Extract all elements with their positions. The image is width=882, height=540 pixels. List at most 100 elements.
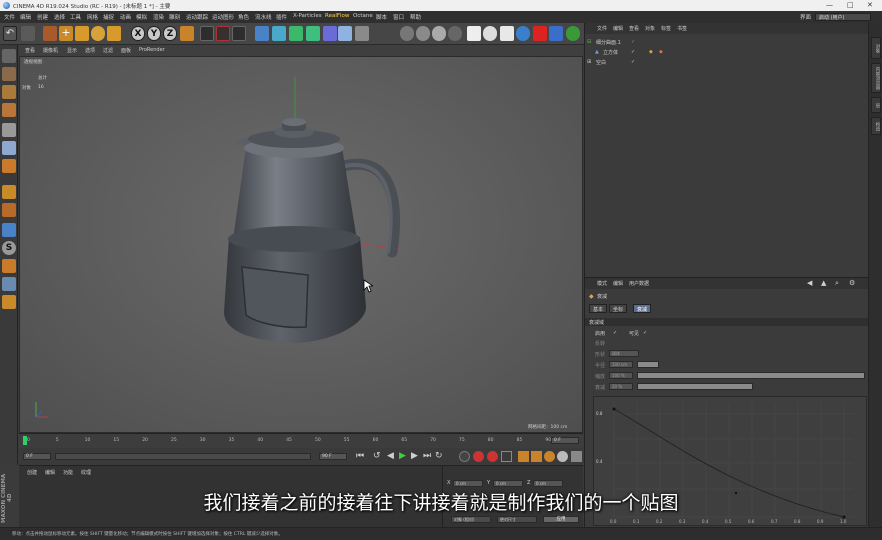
phong-tag-icon[interactable]: ◆ bbox=[649, 49, 653, 55]
vp-menu-camera[interactable]: 摄像机 bbox=[43, 47, 58, 54]
menu-sculpt[interactable]: 雕刻 bbox=[169, 13, 180, 21]
scale-field[interactable]: 100 % bbox=[609, 372, 633, 379]
tab-falloff[interactable]: 衰减 bbox=[633, 304, 652, 313]
paint-icon[interactable] bbox=[2, 259, 16, 273]
coord-mode-dropdown[interactable]: 对象 (相对) bbox=[451, 516, 491, 523]
object-row-null[interactable]: ⊞ 空白 ✓ bbox=[587, 59, 867, 68]
menu-mesh[interactable]: 网格 bbox=[87, 13, 98, 21]
octane-render-icon[interactable] bbox=[467, 26, 481, 41]
record-icon[interactable] bbox=[533, 26, 547, 41]
x-axis-button[interactable]: X bbox=[131, 26, 145, 41]
vp-menu-panel[interactable]: 面板 bbox=[121, 47, 131, 54]
back-arrow-icon[interactable]: ◀ bbox=[807, 279, 812, 287]
tab-coordinates[interactable]: 坐标 bbox=[609, 304, 628, 313]
render-picture-viewer-icon[interactable] bbox=[216, 26, 230, 41]
radius-slider[interactable] bbox=[637, 361, 659, 368]
frame-range-slider[interactable] bbox=[55, 453, 311, 460]
previous-key-icon[interactable]: ↺ bbox=[373, 451, 381, 461]
scale-icon[interactable] bbox=[75, 26, 89, 41]
octane-target-icon[interactable] bbox=[483, 26, 497, 41]
tab-structure[interactable]: 构造 bbox=[871, 117, 881, 135]
vp-menu-options[interactable]: 选项 bbox=[85, 47, 95, 54]
key-settings-icon[interactable] bbox=[501, 451, 512, 462]
menu-character[interactable]: 角色 bbox=[238, 13, 249, 21]
object-name[interactable]: 立方体 bbox=[603, 49, 618, 56]
keyframe-selection-icon[interactable] bbox=[459, 451, 470, 462]
go-to-start-icon[interactable]: ⏮ bbox=[356, 451, 364, 461]
go-to-end-icon[interactable]: ⏭ bbox=[423, 451, 431, 461]
mat-menu-texture[interactable]: 纹理 bbox=[81, 469, 91, 476]
falloff-slider[interactable] bbox=[637, 383, 753, 390]
pen-icon[interactable] bbox=[272, 26, 286, 41]
coordinate-system-icon[interactable] bbox=[180, 26, 194, 41]
attr-menu-userdata[interactable]: 用户数据 bbox=[629, 280, 649, 287]
live-select-icon[interactable] bbox=[43, 26, 57, 41]
obj-menu-view[interactable]: 查看 bbox=[629, 25, 639, 32]
menu-help[interactable]: 帮助 bbox=[410, 13, 421, 21]
up-arrow-icon[interactable]: ▲ bbox=[821, 279, 826, 287]
shape-dropdown[interactable]: 球体 bbox=[609, 350, 639, 357]
visibility-check-icon[interactable]: ✓ bbox=[631, 39, 635, 45]
octane-light-icon[interactable] bbox=[432, 26, 446, 41]
menu-render[interactable]: 渲染 bbox=[153, 13, 164, 21]
refresh-icon[interactable] bbox=[566, 26, 580, 41]
vp-menu-filter[interactable]: 过滤 bbox=[103, 47, 113, 54]
coord-z-field[interactable]: 0 cm bbox=[533, 480, 563, 487]
z-axis-button[interactable]: Z bbox=[163, 26, 177, 41]
rotate-icon[interactable] bbox=[91, 26, 105, 41]
layout-dropdown[interactable]: 启动 (用户) bbox=[815, 13, 871, 21]
menu-octane[interactable]: Octane bbox=[353, 13, 373, 19]
menu-animate[interactable]: 动画 bbox=[120, 13, 131, 21]
obj-menu-tags[interactable]: 标签 bbox=[661, 25, 671, 32]
octane-environment-icon[interactable] bbox=[448, 26, 462, 41]
start-frame-field[interactable]: 0 F bbox=[23, 453, 51, 460]
grid-icon[interactable] bbox=[2, 277, 16, 291]
polygons-mode-icon[interactable] bbox=[2, 159, 16, 173]
perspective-viewport[interactable]: 透视视图 总计 对象 16 网格间距：100 cm bbox=[19, 56, 583, 433]
material-tag-icon[interactable]: ◆ bbox=[659, 49, 663, 55]
camera-icon[interactable] bbox=[355, 26, 369, 41]
obj-menu-edit[interactable]: 编辑 bbox=[613, 25, 623, 32]
solo-icon[interactable]: S bbox=[2, 241, 16, 255]
model-mode-icon[interactable] bbox=[2, 67, 16, 81]
python-icon[interactable] bbox=[549, 26, 563, 41]
octane-half-icon[interactable] bbox=[516, 26, 530, 41]
tweak-mode-icon[interactable] bbox=[2, 203, 16, 217]
obj-menu-object[interactable]: 对象 bbox=[645, 25, 655, 32]
tab-layers[interactable]: 层 bbox=[871, 97, 881, 113]
cloner-icon[interactable] bbox=[306, 26, 320, 41]
attr-menu-edit[interactable]: 编辑 bbox=[613, 280, 623, 287]
mat-menu-create[interactable]: 创建 bbox=[27, 469, 37, 476]
menu-create[interactable]: 创建 bbox=[37, 13, 48, 21]
menu-file[interactable]: 文件 bbox=[4, 13, 15, 21]
attr-menu-mode[interactable]: 模式 bbox=[597, 280, 607, 287]
menu-window[interactable]: 窗口 bbox=[393, 13, 404, 21]
menu-mograph[interactable]: 运动图形 bbox=[212, 13, 234, 21]
vp-menu-display[interactable]: 显示 bbox=[67, 47, 77, 54]
floor-icon[interactable] bbox=[338, 26, 352, 41]
subdivision-icon[interactable] bbox=[289, 26, 303, 41]
tab-objects[interactable]: 对象 bbox=[871, 37, 881, 59]
enable-checkbox[interactable]: ✓ bbox=[613, 330, 617, 336]
points-mode-icon[interactable] bbox=[2, 123, 16, 137]
range-end-field[interactable]: 90 F bbox=[319, 453, 347, 460]
recent-tool-icon[interactable] bbox=[107, 26, 121, 41]
undo-icon[interactable]: ↶ bbox=[3, 26, 17, 41]
menu-plugins[interactable]: 插件 bbox=[276, 13, 287, 21]
workplane-icon[interactable] bbox=[2, 103, 16, 117]
render-settings-icon[interactable] bbox=[232, 26, 246, 41]
maximize-button[interactable]: □ bbox=[847, 1, 854, 9]
mat-menu-function[interactable]: 功能 bbox=[63, 469, 73, 476]
timeline-end-field[interactable]: 0 F bbox=[551, 437, 579, 444]
timeline-ruler[interactable]: 0 5 10 15 20 25 30 35 40 45 50 55 60 65 70 75 80 85 90 0 F bbox=[19, 433, 583, 448]
auto-key-icon[interactable] bbox=[487, 451, 498, 462]
vp-menu-prorender[interactable]: ProRender bbox=[139, 47, 165, 53]
redo-icon[interactable] bbox=[21, 26, 35, 41]
menu-simulate[interactable]: 模拟 bbox=[136, 13, 147, 21]
loop-icon[interactable]: ↻ bbox=[435, 451, 443, 461]
radius-field[interactable]: 100 cm bbox=[609, 361, 633, 368]
obj-menu-bookmarks[interactable]: 书签 bbox=[677, 25, 687, 32]
step-back-icon[interactable]: ◀ bbox=[387, 451, 394, 461]
obj-menu-file[interactable]: 文件 bbox=[597, 25, 607, 32]
settings-icon[interactable]: ⚙ bbox=[849, 279, 855, 287]
